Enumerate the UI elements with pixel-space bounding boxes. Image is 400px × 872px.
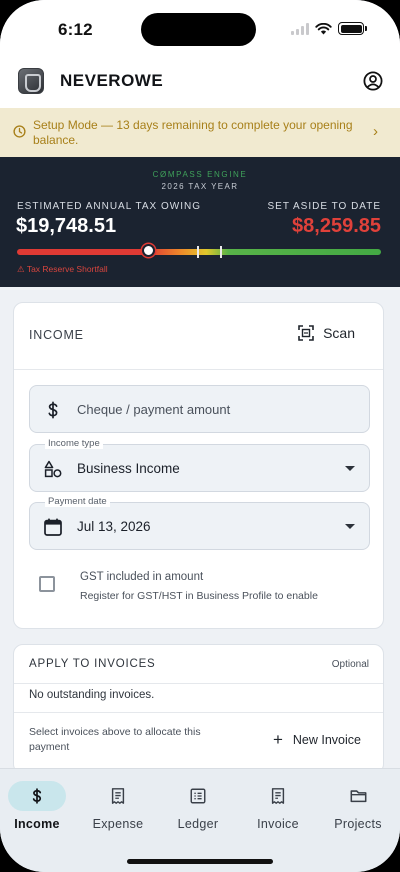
set-aside-value: $8,259.85 [292,215,381,237]
tab-pill [249,781,307,811]
dropdown-arrow-icon [345,466,355,471]
income-type-value: Business Income [77,461,180,476]
divider [14,683,383,684]
amount-input[interactable]: Cheque / payment amount [29,385,370,433]
gauge-tick [220,246,222,258]
tab-label: Income [14,817,60,831]
folder-icon [350,790,366,803]
invoices-title: APPLY TO INVOICES [29,658,156,670]
engine-label: CØMPASS ENGINE [152,170,248,179]
home-indicator [127,859,273,864]
allocate-hint: Select invoices above to allocate this p… [29,726,201,753]
tab-label: Invoice [257,817,299,831]
status-bar: 6:12 [0,0,400,58]
account-icon[interactable] [363,71,383,91]
income-card: INCOME Scan Cheque / payment amount Inco… [13,302,384,629]
invoice-icon [271,788,285,804]
tab-ledger[interactable]: Ledger [163,781,233,831]
tax-owing-value: $19,748.51 [16,215,117,237]
chevron-right-icon: › [373,123,378,140]
new-invoice-label: New Invoice [292,733,361,747]
plus-icon: + [272,730,283,749]
setup-mode-text: Setup Mode — 13 days remaining to comple… [33,118,353,147]
divider [14,712,383,713]
dropdown-arrow-icon [345,524,355,529]
tab-expense[interactable]: Expense [83,781,153,831]
amount-placeholder: Cheque / payment amount [77,402,231,417]
dollar-icon [32,788,42,804]
status-icons [291,22,367,35]
gauge-marker [141,244,155,257]
wifi-icon [315,22,332,34]
signal-icon [291,22,309,35]
gst-note: Register for GST/HST in Business Profile… [80,590,318,602]
set-aside-label: SET ASIDE TO DATE [267,201,381,212]
payment-date-label: Payment date [45,496,110,507]
compass-summary: CØMPASS ENGINE 2026 TAX YEAR ESTIMATED A… [0,157,400,287]
apply-invoices-card: APPLY TO INVOICES Optional No outstandin… [13,644,384,774]
no-invoices-text: No outstanding invoices. [29,689,155,701]
divider [14,369,383,370]
calendar-icon [44,518,62,536]
tab-pill [329,781,387,811]
app-header: NEVEROWE [0,58,400,108]
shapes-icon [44,460,62,478]
scan-label: Scan [323,325,355,341]
setup-mode-banner[interactable]: Setup Mode — 13 days remaining to comple… [0,108,400,157]
ledger-icon [190,788,206,804]
dynamic-island [141,13,256,46]
payment-date-value: Jul 13, 2026 [77,519,151,534]
payment-date-picker[interactable]: Payment date Jul 13, 2026 [29,496,370,550]
tab-pill [8,781,66,811]
battery-icon [338,22,367,35]
app-logo-icon [18,68,44,94]
income-type-label: Income type [45,438,103,449]
income-type-select[interactable]: Income type Business Income [29,438,370,492]
tab-label: Projects [334,817,382,831]
shortfall-warning: ⚠ Tax Reserve Shortfall [17,264,108,274]
phone-screen: 6:12 NEVEROWE Setup Mode — 13 days remai… [0,0,400,872]
optional-label: Optional [331,659,369,670]
tab-projects[interactable]: Projects [323,781,393,831]
scan-button[interactable]: Scan [298,325,355,341]
gst-checkbox[interactable] [39,576,55,592]
tab-label: Expense [92,817,144,831]
tab-pill [89,781,147,811]
clock-icon [13,125,26,138]
tab-invoice[interactable]: Invoice [243,781,313,831]
new-invoice-button[interactable]: + New Invoice [272,730,361,749]
tab-pill [169,781,227,811]
gauge-tick [197,246,199,258]
tab-label: Ledger [177,817,219,831]
brand-name: NEVEROWE [60,71,164,90]
tab-income[interactable]: Income [2,781,72,831]
status-time: 6:12 [58,20,93,39]
tax-owing-label: ESTIMATED ANNUAL TAX OWING [17,201,201,212]
tax-reserve-gauge [17,249,381,255]
receipt-icon [111,788,125,804]
income-title: INCOME [29,328,84,342]
scan-icon [298,325,314,341]
bottom-nav: Income Expense Ledger Invoice Projects [0,768,400,872]
dollar-icon [48,401,58,419]
tax-year-label: 2026 TAX YEAR [161,182,239,191]
gst-label: GST included in amount [80,571,204,583]
